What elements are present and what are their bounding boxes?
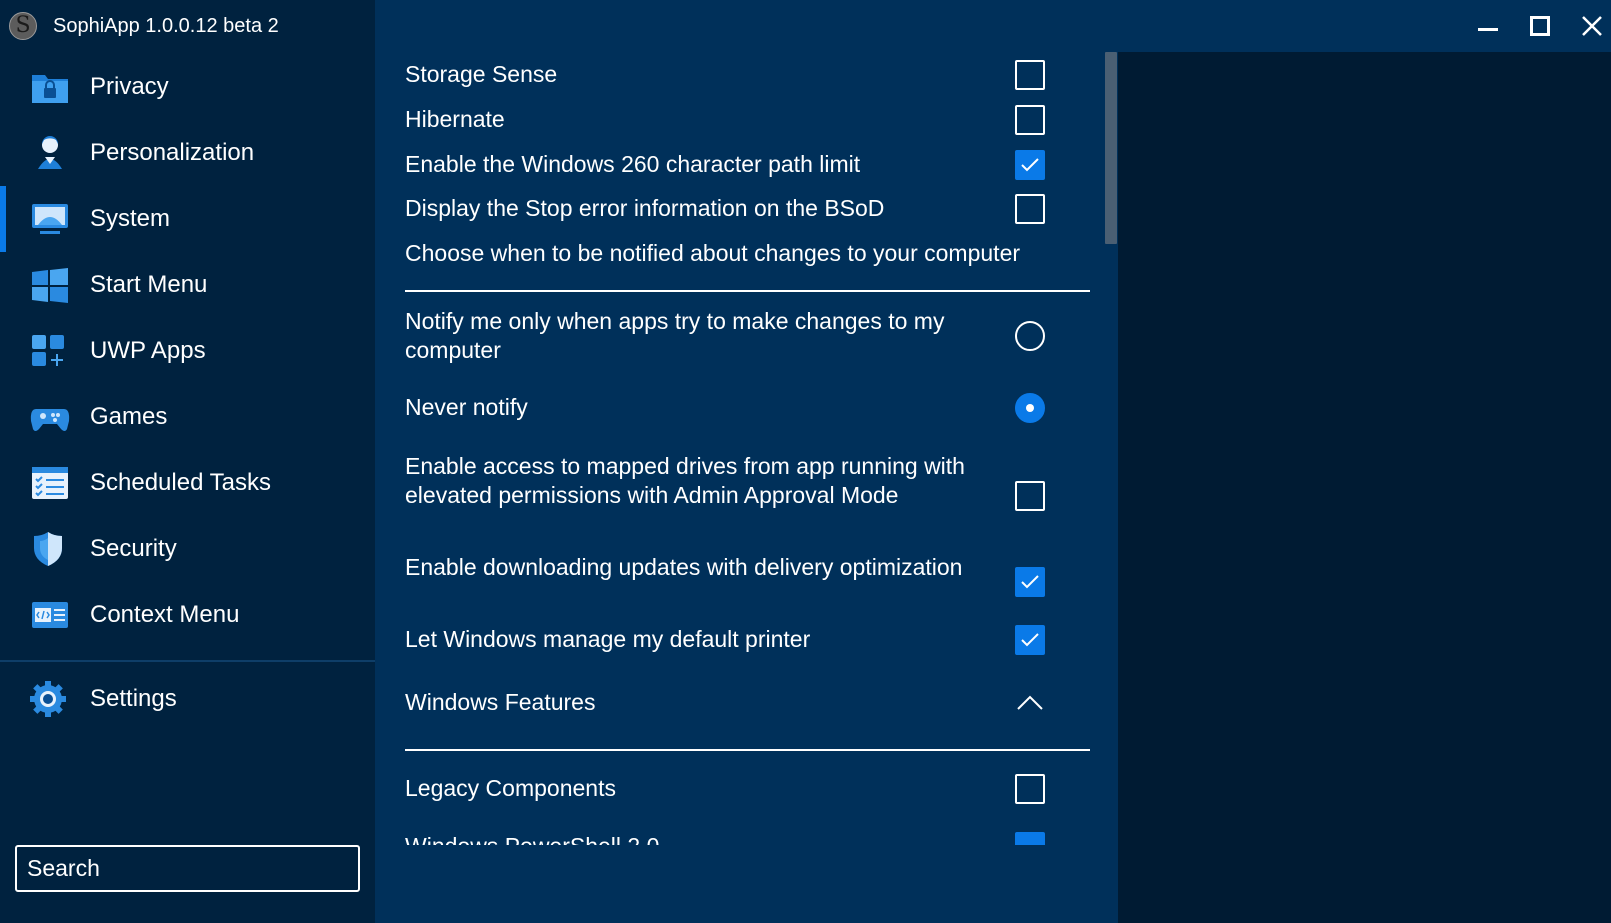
checkmark-icon [1021, 158, 1039, 172]
sidebar: S SophiApp 1.0.0.12 beta 2 Privacy Perso… [0, 0, 375, 923]
sidebar-item-label: Settings [90, 685, 177, 712]
sidebar-item-label: Context Menu [90, 601, 240, 628]
sidebar-item-scheduled-tasks[interactable]: Scheduled Tasks [0, 450, 375, 516]
monitor-icon [32, 204, 68, 234]
windows-logo-icon [32, 268, 68, 303]
row-label-bsod-info: Display the Stop error information on th… [405, 195, 885, 221]
app-title: SophiApp 1.0.0.12 beta 2 [53, 14, 279, 37]
sidebar-item-system[interactable]: System [0, 186, 375, 252]
shield-icon [34, 532, 62, 566]
row-label-delivery-optimization: Enable downloading updates with delivery… [405, 554, 963, 580]
apps-grid-icon [32, 335, 64, 366]
sidebar-item-label: UWP Apps [90, 337, 206, 364]
hibernate-checkbox[interactable] [1015, 105, 1045, 135]
sidebar-item-privacy[interactable]: Privacy [0, 54, 375, 120]
task-list-icon [32, 467, 68, 499]
close-button[interactable] [1570, 6, 1611, 46]
sidebar-item-uwp-apps[interactable]: UWP Apps [0, 318, 375, 384]
checkmark-icon [1021, 575, 1039, 589]
checkmark-icon [1021, 633, 1039, 647]
app-title-bar: S SophiApp 1.0.0.12 beta 2 [0, 0, 375, 52]
close-icon [1582, 16, 1602, 36]
sidebar-divider [0, 660, 375, 662]
sidebar-item-games[interactable]: Games [0, 384, 375, 450]
row-label-mapped-drives: Enable access to mapped drives from app … [405, 453, 965, 508]
context-menu-code-icon [32, 602, 68, 628]
sidebar-item-settings[interactable]: Settings [0, 666, 375, 732]
minimize-icon [1478, 28, 1498, 31]
row-label-path-limit: Enable the Windows 260 character path li… [405, 151, 861, 177]
minimize-button[interactable] [1466, 6, 1510, 46]
gear-icon [30, 681, 66, 717]
sidebar-item-security[interactable]: Security [0, 516, 375, 582]
uac-never-notify-radio[interactable] [1015, 393, 1045, 423]
powershell-2-checkbox[interactable] [1015, 832, 1045, 845]
legacy-components-checkbox[interactable] [1015, 774, 1045, 804]
row-label-hibernate: Hibernate [405, 106, 505, 132]
sidebar-item-label: System [90, 205, 171, 232]
scrollbar-thumb[interactable] [1105, 52, 1117, 244]
maximize-icon [1530, 16, 1550, 36]
row-label-legacy-components: Legacy Components [405, 775, 616, 801]
search-input[interactable] [15, 845, 360, 892]
sidebar-item-start-menu[interactable]: Start Menu [0, 252, 375, 318]
section-divider [405, 749, 1090, 751]
sidebar-item-label: Games [90, 403, 168, 430]
uac-option-label-never-notify: Never notify [405, 394, 528, 420]
uac-option-label-notify-apps: Notify me only when apps try to make cha… [405, 308, 945, 363]
settings-scroll-area: Storage Sense Hibernate Enable the Windo… [375, 0, 1105, 845]
sidebar-item-label: Privacy [90, 73, 169, 100]
default-printer-checkbox[interactable] [1015, 625, 1045, 655]
row-label-default-printer: Let Windows manage my default printer [405, 626, 811, 652]
section-divider [405, 290, 1090, 292]
path-limit-checkbox[interactable] [1015, 150, 1045, 180]
person-icon [38, 136, 62, 169]
sidebar-item-personalization[interactable]: Personalization [0, 120, 375, 186]
window-titlebar [1118, 0, 1611, 52]
app-logo: S [9, 12, 37, 40]
row-label-storage-sense: Storage Sense [405, 61, 558, 87]
storage-sense-checkbox[interactable] [1015, 60, 1045, 90]
uac-heading: Choose when to be notified about changes… [405, 240, 1021, 266]
delivery-optimization-checkbox[interactable] [1015, 567, 1045, 597]
sidebar-item-context-menu[interactable]: Context Menu [0, 582, 375, 648]
uac-notify-apps-radio[interactable] [1015, 321, 1045, 351]
windows-features-header[interactable]: Windows Features [405, 688, 595, 717]
row-label-powershell-2: Windows PowerShell 2.0 [405, 832, 659, 845]
chevron-up-icon[interactable] [1015, 688, 1045, 718]
sidebar-item-label: Security [90, 535, 177, 562]
sidebar-item-label: Scheduled Tasks [90, 469, 272, 496]
bsod-info-checkbox[interactable] [1015, 194, 1045, 224]
sidebar-item-label: Start Menu [90, 271, 208, 298]
sidebar-item-label: Personalization [90, 139, 255, 166]
privacy-folder-lock-icon [32, 75, 68, 103]
mapped-drives-checkbox[interactable] [1015, 481, 1045, 511]
gamepad-icon [30, 409, 70, 431]
maximize-button[interactable] [1518, 6, 1562, 46]
settings-panel: Storage Sense Hibernate Enable the Windo… [375, 0, 1118, 923]
